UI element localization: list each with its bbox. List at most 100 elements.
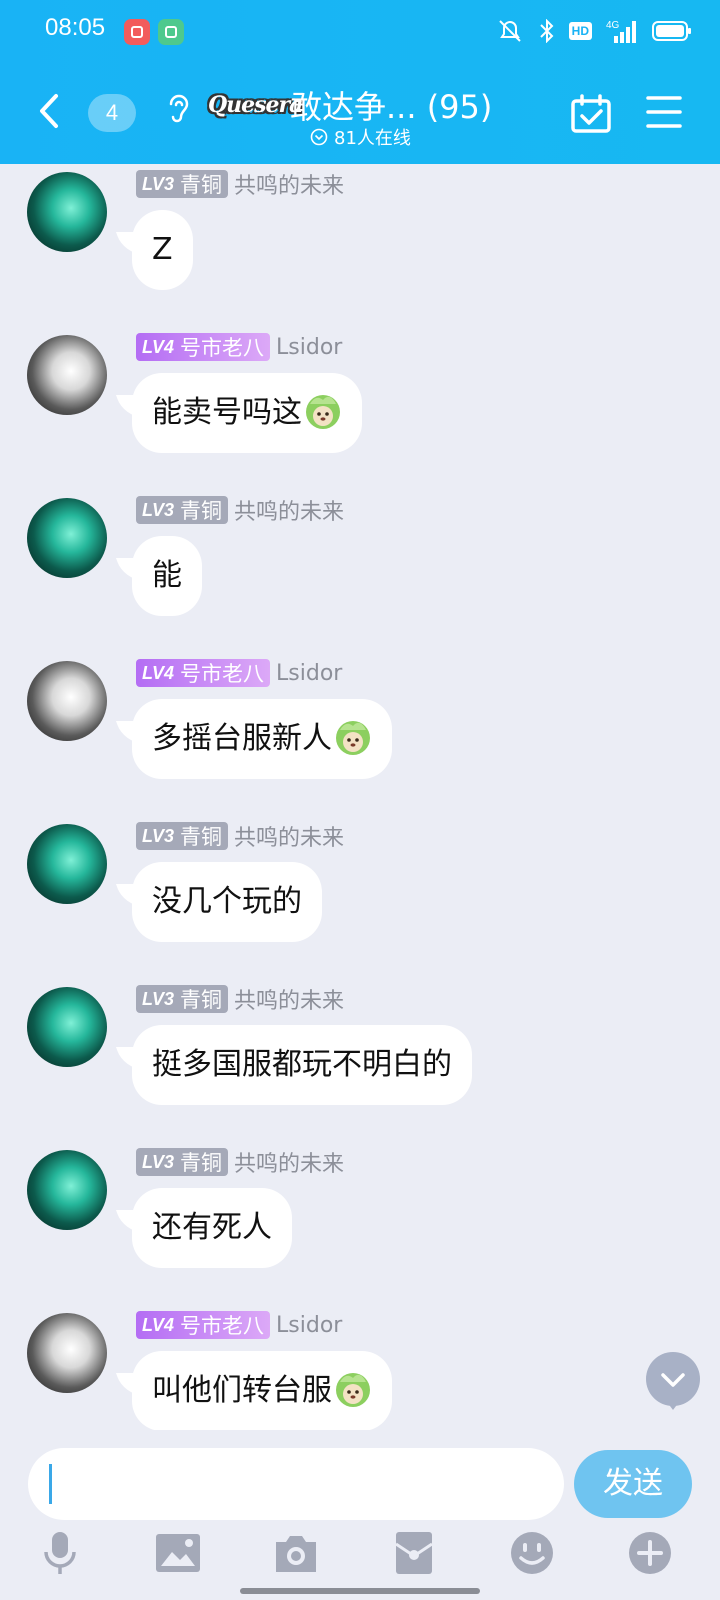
status-bar: 08:05 HD 4G xyxy=(0,0,720,64)
rank-title: 号市老八 xyxy=(180,336,265,360)
message-text: 能 xyxy=(152,558,182,593)
cabbage-face-emoji xyxy=(306,394,340,429)
message-text: 还有死人 xyxy=(152,1210,272,1245)
avatar[interactable] xyxy=(27,172,107,252)
message-bubble[interactable]: 挺多国服都玩不明白的 xyxy=(132,1025,472,1105)
sender-nickname[interactable]: 共鸣的未来 xyxy=(234,983,344,1015)
message-bubble[interactable]: 叫他们转台服 xyxy=(132,1351,392,1430)
avatar[interactable] xyxy=(27,987,107,1067)
home-indicator[interactable] xyxy=(240,1588,480,1594)
chat-header: 08:05 HD 4G 4 Quesera 敢达争... (95) 81人在线 xyxy=(0,0,720,164)
level-badge: LV3 青铜 xyxy=(136,170,229,198)
notification-app-icon xyxy=(158,19,184,45)
message-text: 挺多国服都玩不明白的 xyxy=(152,1047,452,1082)
sender-nickname[interactable]: 共鸣的未来 xyxy=(234,168,344,200)
signal-icon: 4G xyxy=(606,20,636,43)
level-text: LV3 xyxy=(142,1151,175,1172)
message-text: 能卖号吗这 xyxy=(152,395,302,430)
message-row: LV3 青铜 共鸣的未来没几个玩的 xyxy=(0,818,720,981)
level-badge: LV3 青铜 xyxy=(136,822,229,850)
sender-meta: LV3 青铜 共鸣的未来 xyxy=(136,494,344,526)
level-badge: LV3 青铜 xyxy=(136,1148,229,1176)
group-name[interactable]: 敢达争... (95) xyxy=(290,82,492,128)
message-bubble[interactable]: 多摇台服新人 xyxy=(132,699,392,779)
avatar[interactable] xyxy=(27,1150,107,1230)
level-text: LV3 xyxy=(142,988,175,1009)
text-cursor xyxy=(49,1464,52,1504)
message-bubble[interactable]: 能 xyxy=(132,536,202,616)
send-button[interactable]: 发送 xyxy=(574,1450,692,1518)
avatar[interactable] xyxy=(27,824,107,904)
image-icon[interactable] xyxy=(154,1530,202,1576)
nav-bar: 4 Quesera 敢达争... (95) 81人在线 xyxy=(0,74,720,154)
level-text: LV4 xyxy=(142,662,175,683)
cabbage-face-emoji xyxy=(336,1372,370,1407)
message-row: LV3 青铜 共鸣的未来能 xyxy=(0,492,720,655)
message-bubble[interactable]: 能卖号吗这 xyxy=(132,373,362,453)
chevron-down-circle-icon xyxy=(310,128,328,146)
chevron-down-icon xyxy=(661,1373,685,1387)
menu-icon[interactable] xyxy=(646,94,682,130)
sender-nickname[interactable]: 共鸣的未来 xyxy=(234,820,344,852)
calendar-check-icon[interactable] xyxy=(570,94,612,134)
sender-nickname[interactable]: 共鸣的未来 xyxy=(234,494,344,526)
rank-title: 号市老八 xyxy=(180,1314,265,1338)
sender-meta: LV3 青铜 共鸣的未来 xyxy=(136,1146,344,1178)
level-badge: LV3 青铜 xyxy=(136,496,229,524)
message-row: LV3 青铜 共鸣的未来 Z xyxy=(0,166,720,329)
status-icons: HD 4G xyxy=(495,18,692,44)
level-badge: LV4 号市老八 xyxy=(136,333,271,361)
message-text: 多摇台服新人 xyxy=(152,721,332,756)
sender-nickname[interactable]: Lsidor xyxy=(276,335,342,360)
avatar[interactable] xyxy=(27,661,107,741)
sender-meta: LV4 号市老八 Lsidor xyxy=(136,333,342,361)
message-row: LV3 青铜 共鸣的未来还有死人 xyxy=(0,1144,720,1307)
message-list[interactable]: LV3 青铜 共鸣的未来 Z LV4 号市老八 Lsidor 能卖号吗这 LV3 青铜 共鸣的未来能… xyxy=(0,164,720,1430)
sender-nickname[interactable]: 共鸣的未来 xyxy=(234,1146,344,1178)
camera-icon[interactable] xyxy=(272,1530,320,1576)
message-row: LV4 号市老八 Lsidor 叫他们转台服 xyxy=(0,1307,720,1430)
cabbage-face-emoji xyxy=(336,720,370,755)
level-text: LV3 xyxy=(142,173,175,194)
level-badge: LV4 号市老八 xyxy=(136,1311,271,1339)
message-row: LV4 号市老八 Lsidor 多摇台服新人 xyxy=(0,655,720,818)
notification-app-icon xyxy=(124,19,150,45)
message-row: LV4 号市老八 Lsidor 能卖号吗这 xyxy=(0,329,720,492)
microphone-icon[interactable] xyxy=(36,1530,84,1576)
message-text: Z xyxy=(152,232,173,267)
online-status[interactable]: 81人在线 xyxy=(310,124,411,150)
mute-vibrate-icon xyxy=(498,20,521,42)
battery-icon xyxy=(652,21,691,41)
avatar[interactable] xyxy=(27,1313,107,1393)
level-text: LV4 xyxy=(142,336,175,357)
message-bubble[interactable]: 还有死人 xyxy=(132,1188,292,1268)
group-logo: Quesera xyxy=(208,92,303,118)
plus-icon[interactable] xyxy=(626,1530,674,1576)
rank-title: 青铜 xyxy=(180,499,223,523)
status-time: 08:05 xyxy=(45,14,106,41)
scroll-to-bottom-button[interactable] xyxy=(646,1352,700,1410)
message-row: LV3 青铜 共鸣的未来挺多国服都玩不明白的 xyxy=(0,981,720,1144)
message-bubble[interactable]: 没几个玩的 xyxy=(132,862,322,942)
sender-nickname[interactable]: Lsidor xyxy=(276,661,342,686)
hd-badge: HD xyxy=(568,22,592,40)
sender-nickname[interactable]: Lsidor xyxy=(276,1313,342,1338)
rank-title: 青铜 xyxy=(180,173,223,197)
red-packet-icon[interactable] xyxy=(390,1530,438,1576)
emoji-icon[interactable] xyxy=(508,1530,556,1576)
message-input[interactable] xyxy=(28,1448,564,1520)
sender-meta: LV3 青铜 共鸣的未来 xyxy=(136,820,344,852)
level-badge: LV3 青铜 xyxy=(136,985,229,1013)
input-toolbar xyxy=(0,1530,720,1592)
unread-count-badge[interactable]: 4 xyxy=(88,94,136,132)
message-text: 叫他们转台服 xyxy=(152,1373,332,1408)
sender-meta: LV3 青铜 共鸣的未来 xyxy=(136,983,344,1015)
online-count: 81人在线 xyxy=(334,128,411,149)
rank-title: 青铜 xyxy=(180,988,223,1012)
avatar[interactable] xyxy=(27,335,107,415)
message-bubble[interactable]: Z xyxy=(132,210,193,290)
avatar[interactable] xyxy=(27,498,107,578)
ear-icon[interactable] xyxy=(165,90,191,126)
back-button[interactable] xyxy=(30,86,70,136)
rank-title: 青铜 xyxy=(180,1151,223,1175)
